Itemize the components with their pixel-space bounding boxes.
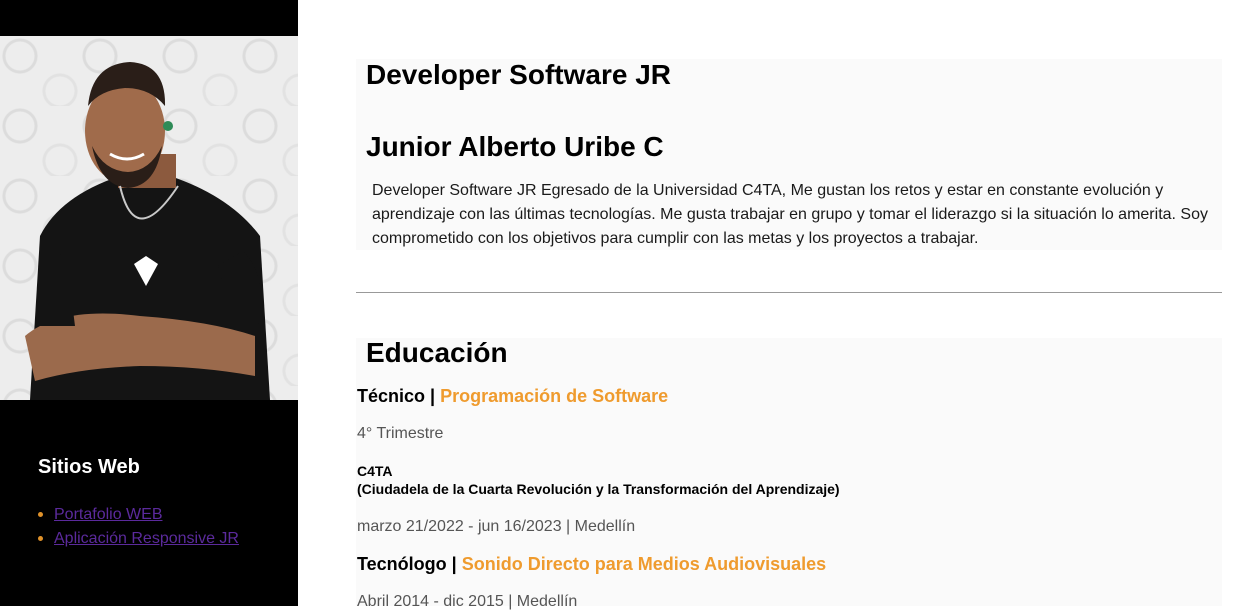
list-item: Aplicación Responsive JR: [38, 527, 239, 551]
education-dates-1: marzo 21/2022 - jun 16/2023 | Medellín: [357, 518, 636, 535]
degree-separator: |: [425, 386, 441, 406]
education-section: Educación Técnico | Programación de Soft…: [356, 337, 1222, 610]
education-degree-2: Tecnólogo | Sonido Directo para Medios A…: [357, 553, 826, 575]
sidebar: Sitios Web Portafolio WEB Aplicación Res…: [0, 0, 298, 606]
section-divider: [356, 292, 1222, 293]
bio-text: Developer Software JR Egresado de la Uni…: [372, 182, 1208, 247]
list-item: Portafolio WEB: [38, 503, 239, 527]
degree-level: Tecnólogo: [357, 554, 447, 574]
bullet-icon: [38, 512, 43, 517]
sites-title: Sitios Web: [38, 456, 140, 478]
responsive-app-link[interactable]: Aplicación Responsive JR: [54, 530, 239, 547]
institution-short: C4TA: [357, 463, 393, 479]
degree-field: Sonido Directo para Medios Audiovisuales: [461, 554, 827, 574]
sites-list: Portafolio WEB Aplicación Responsive JR: [38, 503, 239, 551]
degree-level: Técnico: [357, 386, 426, 406]
education-term: 4° Trimestre: [357, 425, 444, 442]
role-title: Developer Software JR: [366, 59, 671, 90]
intro-section: Developer Software JR Junior Alberto Uri…: [356, 59, 1222, 250]
bullet-icon: [38, 536, 43, 541]
profile-photo-illustration: [25, 62, 270, 400]
degree-field: Programación de Software: [440, 386, 669, 406]
education-degree-1: Técnico | Programación de Software: [357, 385, 668, 407]
portfolio-link[interactable]: Portafolio WEB: [54, 506, 162, 523]
education-title: Educación: [366, 337, 508, 368]
person-name: Junior Alberto Uribe C: [366, 131, 664, 162]
profile-photo: [0, 36, 298, 400]
institution-long: (Ciudadela de la Cuarta Revolución y la …: [357, 481, 840, 497]
degree-separator: |: [446, 554, 462, 574]
education-dates-2: Abril 2014 - dic 2015 | Medellín: [357, 593, 578, 610]
